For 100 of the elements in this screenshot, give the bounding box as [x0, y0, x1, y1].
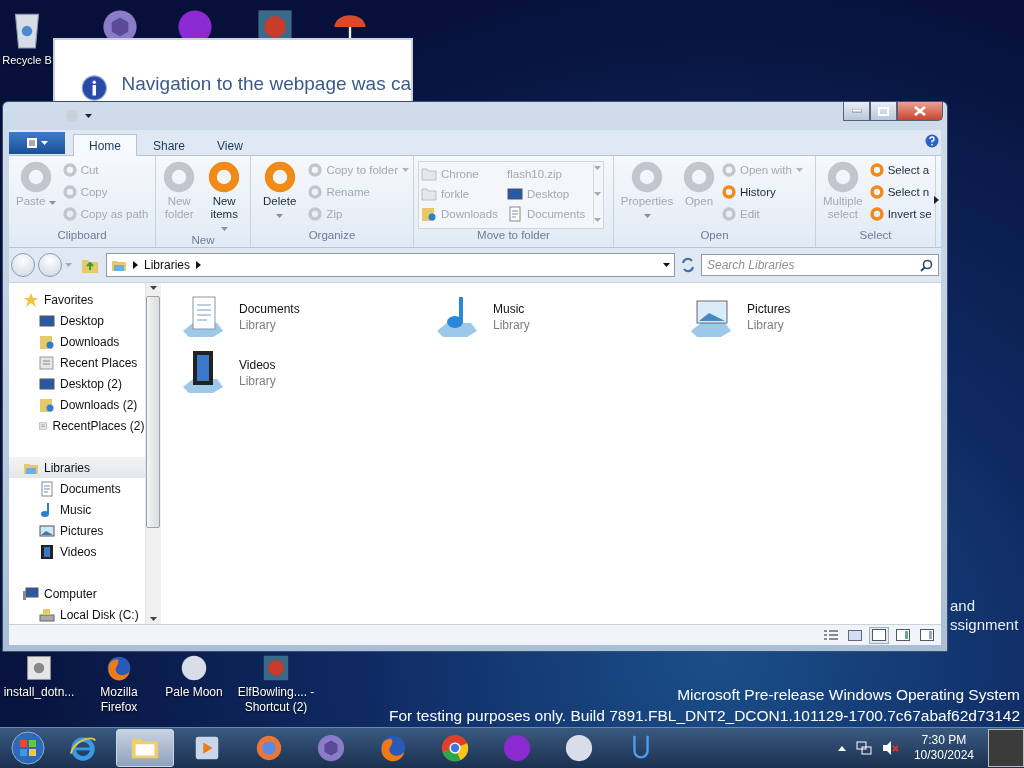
recent-places-icon [39, 354, 55, 371]
swirl-icon [254, 733, 284, 763]
nav-item[interactable]: Computer [9, 583, 145, 604]
ribbon-tab[interactable]: View [201, 134, 259, 156]
nav-item[interactable]: Recent Places [9, 352, 145, 373]
maximize-button[interactable] [870, 102, 897, 121]
library-item[interactable]: Pictures Library [687, 289, 941, 345]
nav-item[interactable]: Pictures [9, 520, 145, 541]
pane-icon [872, 629, 886, 641]
photo-placeholder [988, 729, 1024, 767]
nav-item[interactable]: Videos [9, 541, 145, 562]
start-orb-icon [11, 731, 45, 765]
list-icon [824, 629, 838, 641]
volume-button[interactable] [881, 740, 900, 756]
network-button[interactable] [855, 740, 872, 756]
build-notice: Microsoft Pre-release Windows Operating System [677, 685, 1020, 705]
volume-muted-icon [881, 740, 900, 756]
network-icon [855, 740, 872, 756]
desktop-icon-label[interactable]: install_dotn... [3, 685, 75, 700]
scrollbar[interactable] [144, 283, 161, 624]
moon-icon [564, 733, 594, 763]
circle-icon [683, 161, 715, 193]
caret-up-icon [837, 745, 846, 751]
picture-icon [848, 629, 862, 641]
ribbon-button[interactable]: Select n [869, 183, 932, 201]
ribbon-button[interactable]: New items [202, 161, 246, 234]
minimize-icon [851, 109, 862, 113]
caret-icon [149, 286, 157, 290]
monitor-icon [507, 186, 523, 202]
nav-item[interactable]: Desktop [9, 310, 145, 331]
nav-item[interactable]: RecentPlaces (2) [9, 415, 145, 436]
desktop-icon-label[interactable]: ElfBowling.... - Shortcut (2) [236, 685, 316, 715]
firefox-icon [105, 654, 133, 682]
nav-item[interactable]: Desktop (2) [9, 373, 145, 394]
minimize-button[interactable] [843, 102, 870, 121]
library-item[interactable]: Documents Library [179, 289, 433, 345]
search-icon [920, 259, 933, 272]
item-name: Documents [239, 302, 300, 316]
item-type: Library [239, 318, 277, 332]
circle-icon [722, 207, 736, 221]
nav-item[interactable]: Music [9, 499, 145, 520]
circle-icon [722, 185, 736, 199]
ribbon-group-label: Open [699, 229, 730, 243]
caret-icon [663, 263, 670, 267]
item-name: Pictures [747, 302, 791, 316]
ribbon-group-label: Move to folder [476, 229, 551, 243]
nav-item[interactable]: Downloads [9, 331, 145, 352]
nav-item[interactable]: Downloads (2) [9, 394, 145, 415]
desktop-icon-label[interactable]: Recycle B [2, 53, 52, 68]
firefox-icon [378, 733, 408, 763]
circle-icon [308, 163, 323, 177]
document-icon [26, 137, 38, 149]
ribbon-button[interactable]: Delete [255, 161, 305, 229]
caret-icon [41, 141, 48, 145]
ribbon-tab[interactable]: Home [73, 134, 137, 156]
background-text: ssignment [950, 615, 1019, 634]
library-item[interactable]: Music Library [433, 289, 687, 345]
breadcrumb[interactable]: Libraries [144, 258, 191, 272]
layout-button[interactable] [893, 626, 913, 644]
circle-icon [263, 161, 296, 193]
desktop-icon-label[interactable]: Pale Moon [165, 685, 223, 700]
search-field[interactable]: Search Libraries [701, 254, 939, 276]
ribbon-button[interactable]: Select a [869, 161, 932, 179]
nav-item[interactable]: Local Disk (C:) [9, 604, 145, 624]
clock[interactable]: 7:30 PM 10/30/2024 [909, 733, 978, 763]
circle-icon [826, 161, 859, 193]
caret-icon [149, 617, 157, 621]
computer-icon [23, 585, 39, 602]
layout-button[interactable] [917, 626, 937, 644]
ribbon-button[interactable]: History [722, 183, 803, 201]
ribbon-tab[interactable]: Share [137, 134, 202, 156]
circle-icon [62, 207, 77, 221]
folder-icon [421, 166, 437, 182]
pane-icon [920, 629, 934, 641]
folder-icon [421, 206, 437, 222]
circle-icon [208, 161, 241, 193]
address-bar[interactable]: Libraries [106, 253, 675, 277]
picture-icon [39, 522, 55, 539]
ribbon-group-label: Select [858, 229, 893, 243]
game-icon [262, 654, 290, 682]
background-text: and [950, 596, 977, 615]
nav-item[interactable]: Documents [9, 478, 145, 499]
chrome-icon [440, 733, 470, 763]
circle-icon [869, 207, 884, 221]
library-item[interactable]: Videos Library [179, 345, 433, 401]
caret-icon [594, 166, 601, 170]
chevron-icon [196, 261, 202, 269]
caret-icon [594, 218, 601, 222]
nav-item[interactable]: Libraries [9, 457, 145, 478]
scroll-right-icon [934, 196, 939, 204]
close-button[interactable] [897, 102, 943, 121]
circle-icon [869, 163, 884, 177]
circle-icon [62, 185, 77, 199]
nav-item[interactable]: Favorites [9, 289, 145, 310]
desktop-icon-label[interactable]: Mozilla Firefox [88, 685, 150, 715]
item-type: Library [239, 374, 276, 388]
show-hidden-icons-button[interactable] [837, 745, 846, 751]
ribbon-button[interactable]: Invert se [869, 205, 932, 223]
file-menu-button[interactable] [9, 132, 65, 154]
layout-button[interactable] [869, 626, 889, 644]
